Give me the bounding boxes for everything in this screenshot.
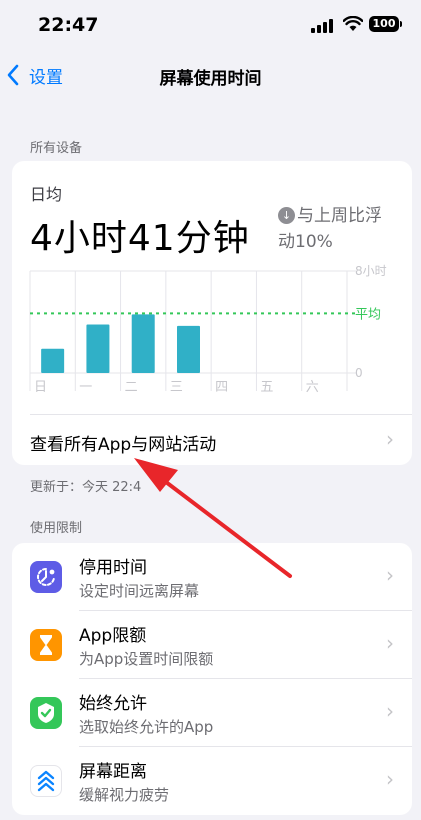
checkmark-shield-icon [30,697,62,729]
limit-row-downtime[interactable]: 停用时间 设定时间远离屏幕 › [12,543,412,611]
app-limits-subtitle: 为App设置时间限额 [79,650,214,668]
limit-row-screen-distance[interactable]: 屏幕距离 缓解视力疲劳 › [12,747,412,815]
usage-bar [131,314,155,373]
chevron-right-icon: › [386,767,394,791]
x-tick-label: 一 [79,380,92,395]
usage-bar [177,325,200,373]
status-bar: 22:47 100 [0,0,421,52]
downtime-icon [30,561,62,593]
x-tick-label: 二 [125,380,138,395]
limits-section-header: 使用限制 [30,521,83,536]
chevron-right-icon: › [386,427,394,451]
chevron-right-icon: › [386,699,394,723]
always-allowed-title: 始终允许 [79,694,147,714]
wifi-icon [343,16,363,31]
battery-icon: 100 [369,16,402,32]
always-allowed-subtitle: 选取始终允许的App [79,718,214,736]
x-tick-label: 五 [260,380,273,395]
limit-row-app-limits[interactable]: App限额 为App设置时间限额 › [12,611,412,679]
all-activity-label: 查看所有App与网站活动 [30,435,217,455]
all-activity-row[interactable]: 查看所有App与网站活动 › [12,415,412,465]
devices-section-header: 所有设备 [30,141,83,156]
x-tick-label: 三 [170,380,183,395]
downtime-title: 停用时间 [79,558,147,578]
status-time: 22:47 [38,14,99,36]
page-title: 屏幕使用时间 [159,69,262,89]
summary-card: 日均 4小时41分钟 ↓ 与上周比浮 动10% 8小时 0 日一二三四五六平均 查看所… [12,161,412,465]
app-limits-title: App限额 [79,626,147,646]
updated-timestamp: 更新于：今天 22:4 [30,480,142,495]
usage-chart[interactable]: 8小时 0 日 一 二 三 四 五 六 平均 [12,161,412,421]
downtime-subtitle: 设定时间远离屏幕 [79,582,200,600]
y-tick-label: 8小时 [355,264,387,278]
average-label: 平均 [355,307,381,322]
chevron-right-icon: › [386,563,394,587]
limit-row-always-allowed[interactable]: 始终允许 选取始终允许的App › [12,679,412,747]
usage-bar [41,348,65,373]
screen-distance-subtitle: 缓解视力疲劳 [79,786,170,804]
hourglass-icon [30,629,62,661]
x-tick-label: 六 [306,380,319,395]
cellular-signal-icon [311,19,333,33]
chevron-right-icon: › [386,631,394,655]
y-tick-label: 0 [355,366,363,380]
limits-card: 停用时间 设定时间远离屏幕 › App限额 为App设置时间限额 › 始终允许 … [12,543,412,815]
x-tick-label: 四 [215,380,228,395]
x-tick-label: 日 [34,380,47,395]
usage-bar [86,324,110,373]
screen-distance-icon [30,765,62,797]
screen-distance-title: 屏幕距离 [79,762,147,782]
